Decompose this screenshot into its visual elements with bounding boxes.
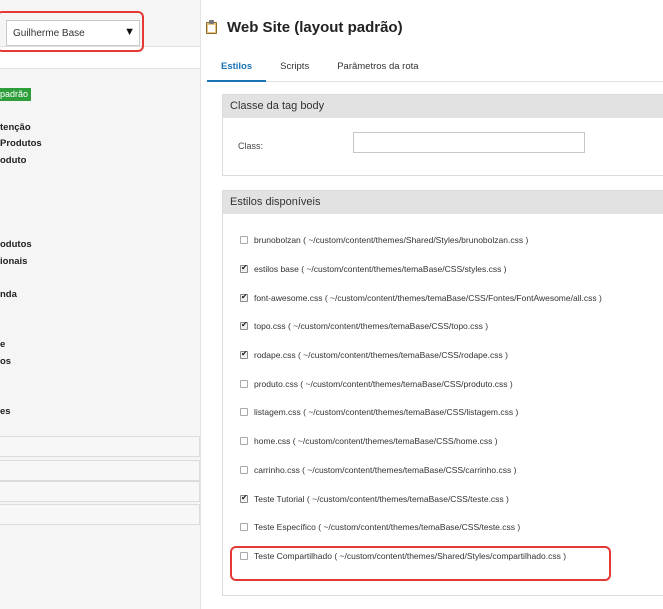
panel-title: Estilos disponíveis <box>223 191 663 214</box>
checkbox[interactable] <box>240 236 248 244</box>
style-label: produto.css ( ~/custom/content/themes/te… <box>254 379 513 389</box>
tab-scripts[interactable]: Scripts <box>266 58 323 82</box>
style-label: carrinho.css ( ~/custom/content/themes/t… <box>254 465 517 475</box>
class-input[interactable] <box>353 132 585 153</box>
style-item[interactable]: Teste Tutorial ( ~/custom/content/themes… <box>240 493 509 504</box>
style-item[interactable]: carrinho.css ( ~/custom/content/themes/t… <box>240 465 516 475</box>
sidebar-section[interactable] <box>0 436 200 457</box>
sidebar-item[interactable]: odutos <box>0 239 32 250</box>
checkbox[interactable] <box>240 466 248 474</box>
sidebar-section[interactable] <box>0 481 200 502</box>
clipboard-icon <box>205 20 219 35</box>
style-item[interactable]: Teste Específico ( ~/custom/content/them… <box>240 522 520 532</box>
checkbox[interactable] <box>240 380 248 388</box>
sidebar-item[interactable]: oduto <box>0 155 26 166</box>
tab-bar: Estilos Scripts Parâmetros da rota <box>207 58 663 82</box>
checkbox[interactable] <box>240 292 248 302</box>
style-label: listagem.css ( ~/custom/content/themes/t… <box>254 407 519 417</box>
sidebar-item[interactable]: ionais <box>0 256 27 267</box>
style-label: estilos base ( ~/custom/content/themes/t… <box>254 264 507 274</box>
checkbox[interactable] <box>240 523 248 531</box>
checkbox[interactable] <box>240 349 248 359</box>
sidebar-item[interactable]: es <box>0 406 11 417</box>
highlight-outline-theme-select <box>0 11 144 52</box>
style-item[interactable]: brunobolzan ( ~/custom/content/themes/Sh… <box>240 235 528 245</box>
sidebar-item[interactable]: tenção <box>0 122 31 133</box>
body-class-panel: Classe da tag body Class: <box>222 94 663 176</box>
style-label: Teste Específico ( ~/custom/content/them… <box>254 522 521 532</box>
style-item[interactable]: topo.css ( ~/custom/content/themes/temaB… <box>240 320 489 331</box>
style-label: font-awesome.css ( ~/custom/content/them… <box>254 293 602 303</box>
sidebar-item[interactable]: e <box>0 339 5 350</box>
style-item[interactable]: listagem.css ( ~/custom/content/themes/t… <box>240 407 518 417</box>
style-item[interactable]: estilos base ( ~/custom/content/themes/t… <box>240 263 507 274</box>
checkbox[interactable] <box>240 263 248 273</box>
checkbox[interactable] <box>240 493 248 503</box>
status-badge: padrão <box>0 88 32 101</box>
page-header: Web Site (layout padrão) <box>205 19 403 36</box>
style-item[interactable]: produto.css ( ~/custom/content/themes/te… <box>240 379 513 389</box>
highlight-outline-shared-style <box>230 546 611 581</box>
style-item[interactable]: rodape.css ( ~/custom/content/themes/tem… <box>240 349 508 360</box>
tab-estilos[interactable]: Estilos <box>207 58 267 82</box>
sidebar-item[interactable]: Produtos <box>0 138 42 149</box>
checkbox[interactable] <box>240 408 248 416</box>
sidebar-item[interactable]: nda <box>0 289 17 300</box>
sidebar-section[interactable] <box>0 460 200 481</box>
style-label: brunobolzan ( ~/custom/content/themes/Sh… <box>254 235 529 245</box>
class-label: Class: <box>238 141 264 151</box>
checkbox[interactable] <box>240 320 248 330</box>
checkbox[interactable] <box>240 437 248 445</box>
style-label: rodape.css ( ~/custom/content/themes/tem… <box>254 350 508 360</box>
styles-panel: Estilos disponíveis brunobolzan ( ~/cust… <box>222 190 663 596</box>
tab-parametros-da-rota[interactable]: Parâmetros da rota <box>323 58 432 82</box>
sidebar-item[interactable]: os <box>0 356 11 367</box>
sidebar-section[interactable] <box>0 504 200 525</box>
panel-title: Classe da tag body <box>223 95 663 118</box>
style-item[interactable]: font-awesome.css ( ~/custom/content/them… <box>240 292 602 303</box>
style-label: home.css ( ~/custom/content/themes/temaB… <box>254 436 498 446</box>
sidebar: Guilherme Base ▼ padrão tenção Produtos … <box>0 0 201 609</box>
style-item[interactable]: home.css ( ~/custom/content/themes/temaB… <box>240 436 498 446</box>
style-label: Teste Tutorial ( ~/custom/content/themes… <box>254 494 509 504</box>
page-title: Web Site (layout padrão) <box>227 19 403 36</box>
style-label: topo.css ( ~/custom/content/themes/temaB… <box>254 321 489 331</box>
